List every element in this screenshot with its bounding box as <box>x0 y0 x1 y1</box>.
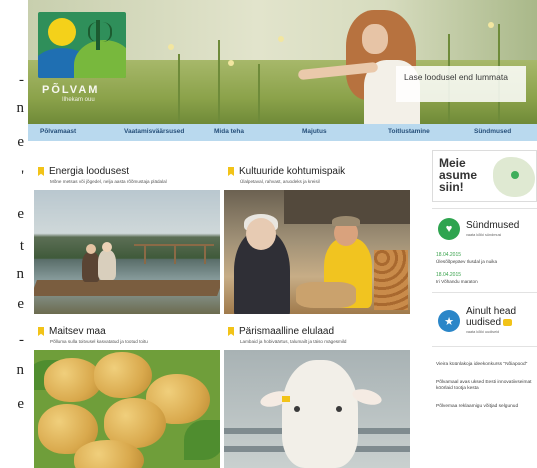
cropped-left-text: - n e ' e t n e - n e <box>0 0 28 468</box>
hero-banner: PÕLVAM Ilhekam ouu Lase loodusel end lum… <box>28 0 537 124</box>
news-view-all[interactable]: vaata kõiki uudiseid <box>466 330 499 334</box>
nav-item-toitlustamine[interactable]: Toitlustamine <box>388 128 430 135</box>
hero-quote: Lase loodusel end lummata <box>396 66 526 102</box>
left-letter: e <box>17 396 24 412</box>
tile-title-energia[interactable]: Energia loodusest <box>38 166 129 177</box>
nav-item-majutus[interactable]: Majutus <box>302 128 327 135</box>
left-letter: ' <box>21 168 24 184</box>
event-title[interactable]: Iri Võhandu maraton <box>436 279 478 284</box>
bookmark-icon <box>38 327 44 336</box>
sidebar: Meie asume siin! ♥ Sündmused vaata kõiki… <box>432 150 537 468</box>
left-letter: t <box>19 238 24 254</box>
events-view-all[interactable]: vaata kõiki sündmusi <box>466 233 501 237</box>
tile-subtitle: Ülalpetaval, rahvast, aruodeks ja kreisi… <box>240 179 320 184</box>
event-date: 18.04.2015 <box>436 252 462 258</box>
news-item[interactable]: Põlvamaal avas uksed Eesti innovatiivsei… <box>436 380 536 392</box>
heart-icon: ♥ <box>438 218 460 240</box>
smile-icon <box>503 318 513 326</box>
bookmark-icon <box>38 167 44 176</box>
news-item[interactable]: Vieira küünlakoja ideekonkurss "Nõiapood… <box>436 362 536 368</box>
event-date: 18.04.2015 <box>436 272 462 278</box>
left-letter: n <box>16 100 25 116</box>
left-letter: e <box>17 206 24 222</box>
site-logo[interactable] <box>38 12 126 78</box>
events-heading[interactable]: Sündmused <box>466 220 519 231</box>
tile-photo-market[interactable] <box>224 190 410 314</box>
left-letter: n <box>16 266 25 282</box>
tree-icon <box>88 20 112 50</box>
tile-title-parismaalline[interactable]: Pärismaalline elulaad <box>228 326 334 337</box>
bookmark-icon <box>228 167 234 176</box>
left-letter: e <box>17 296 24 312</box>
nav-item-mida-teha[interactable]: Mida teha <box>214 128 244 135</box>
star-icon: ★ <box>438 310 460 332</box>
nav-item-sundmused[interactable]: Sündmused <box>474 128 511 135</box>
tile-subtitle: Põlluma sulla toitvusel kasvatatud ja to… <box>50 339 148 344</box>
main-nav: Põlvamaast Vaatamisväärsused Mida teha M… <box>28 124 537 141</box>
map-pin-icon <box>511 171 519 179</box>
tile-subtitle: Lambaid ja hobiväärtus, talumailt ja täi… <box>240 339 347 344</box>
news-heading[interactable]: Ainult head uudised <box>466 306 516 328</box>
tile-photo-potatoes[interactable] <box>34 350 220 468</box>
tile-photo-sheep[interactable] <box>224 350 410 468</box>
tile-title-maitsev[interactable]: Maitsev maa <box>38 326 106 337</box>
nav-item-vaatamisvaarsused[interactable]: Vaatamisväärsused <box>124 128 184 135</box>
sun-icon <box>48 18 76 46</box>
tile-photo-lake[interactable] <box>34 190 220 314</box>
bookmark-icon <box>228 327 234 336</box>
left-letter: - <box>19 332 24 348</box>
news-item[interactable]: Põlvemaa reklaamigu võitjad selgunud <box>436 404 536 410</box>
hero-woman-face <box>362 24 388 54</box>
website-page: PÕLVAM Ilhekam ouu Lase loodusel end lum… <box>28 0 537 468</box>
event-title[interactable]: Ülesõõpepäev Ilusdal ja nuika <box>436 259 497 264</box>
tile-title-kultuuride[interactable]: Kultuuride kohtumispaik <box>228 166 345 177</box>
left-letter: n <box>16 362 25 378</box>
left-letter: e <box>17 134 24 150</box>
logo-name: PÕLVAM <box>42 84 100 96</box>
tile-subtitle: Mõne metsas või jõgedel, nelja aasta rõõ… <box>50 179 167 184</box>
logo-tagline: Ilhekam ouu <box>62 97 95 103</box>
left-letter: - <box>19 72 24 88</box>
nav-item-polvamaast[interactable]: Põlvamaast <box>40 128 76 135</box>
location-map-widget[interactable]: Meie asume siin! <box>432 150 537 202</box>
